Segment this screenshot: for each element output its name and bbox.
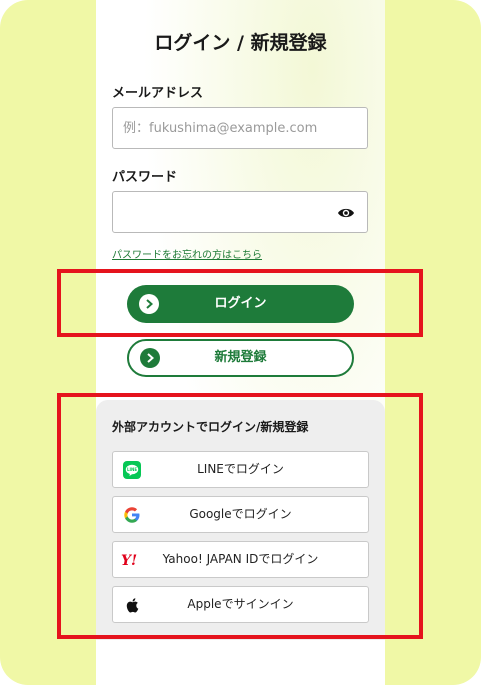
eye-icon[interactable] [337,205,355,219]
forgot-password-link[interactable]: パスワードをお忘れの方はこちら [112,246,262,261]
highlight-box-login [57,269,423,337]
signup-button-label: 新規登録 [214,350,267,365]
highlight-box-external [57,393,423,639]
page-background: ログイン / 新規登録 メールアドレス パスワード パスワードをお忘れの方はこち… [0,0,481,685]
password-field[interactable] [113,192,353,232]
password-label: パスワード [112,170,178,185]
signup-button[interactable]: 新規登録 [127,339,354,377]
email-field-wrapper [112,107,368,149]
email-label: メールアドレス [112,86,204,101]
password-field-wrapper [112,191,368,233]
email-field[interactable] [113,108,353,148]
page-title: ログイン / 新規登録 [154,32,327,54]
chevron-right-icon [140,348,160,368]
